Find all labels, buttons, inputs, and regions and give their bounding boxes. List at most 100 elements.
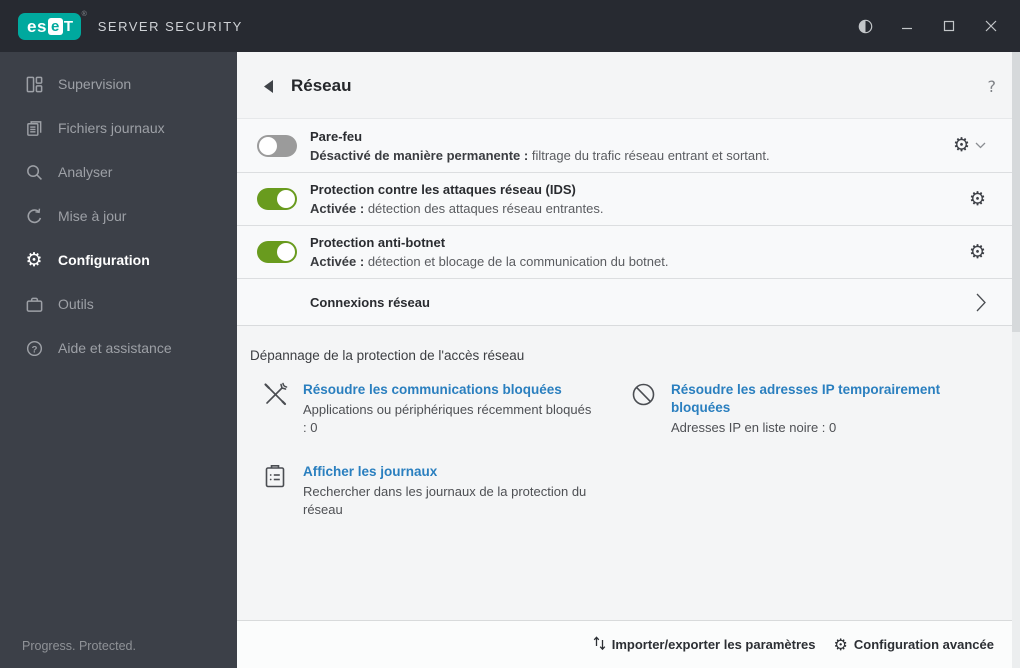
main-content: Réseau ? Pare-feu Désactivé de manière p… [237,52,1020,668]
status-detail: détection des attaques réseau entrantes. [367,201,604,216]
row-title: Connexions réseau [310,294,430,310]
troubleshooting-heading: Dépannage de la protection de l'accès ré… [250,348,525,363]
settings-rows: Pare-feu Désactivé de manière permanente… [237,118,1012,326]
import-export-settings-button[interactable]: Importer/exporter les paramètres [593,635,816,654]
minimize-icon[interactable] [890,11,924,41]
blocked-circle-icon [630,381,660,408]
sidebar-item-label: Outils [58,296,94,312]
card-body: Afficher les journaux Rechercher dans le… [303,463,598,519]
card-communications-bloquees: Résoudre les communications bloquées App… [262,381,630,437]
gear-icon[interactable]: ⚙ [969,189,986,209]
contrast-toggle-icon[interactable] [848,11,882,41]
titlebar: es e T ® SERVER SECURITY [0,0,1020,52]
gear-icon[interactable]: ⚙ [953,136,970,155]
content-footer: Importer/exporter les paramètres ⚙ Confi… [237,620,1012,668]
log-files-icon [23,117,45,139]
sidebar-item-label: Fichiers journaux [58,120,165,136]
update-icon [23,205,45,227]
maximize-icon[interactable] [932,11,966,41]
product-name: SERVER SECURITY [97,18,243,34]
sidebar-item-label: Analyser [58,164,113,180]
row-title: Protection anti-botnet [310,235,446,250]
advanced-setup-label: Configuration avancée [853,637,994,652]
row-connexions-reseau[interactable]: Connexions réseau [237,278,1012,325]
clipboard-logs-icon [262,463,292,490]
page-header: Réseau ? [237,52,1020,110]
resolve-blocked-ips-link[interactable]: Résoudre les adresses IP temporairement … [671,381,966,417]
card-description: Rechercher dans les journaux de la prote… [303,484,587,517]
tagline: Progress. Protected. [22,639,136,653]
firewall-toggle[interactable] [257,134,297,157]
resolve-blocked-communications-link[interactable]: Résoudre les communications bloquées [303,381,598,399]
row-text: Connexions réseau [310,293,976,312]
status-prefix: Activée : [310,201,365,216]
sidebar-nav: Supervision Fichiers journaux Analyser M… [0,52,237,370]
chevron-down-icon[interactable] [975,142,986,149]
sidebar-item-configuration[interactable]: ⚙ Configuration [0,238,237,282]
repair-tools-icon [262,381,292,408]
gear-icon: ⚙ [25,249,43,271]
status-prefix: Activée : [310,254,365,269]
scan-icon [23,161,45,183]
card-adresses-ip-bloquees: Résoudre les adresses IP temporairement … [630,381,1020,437]
status-prefix: Désactivé de manière permanente : [310,147,529,163]
card-description: Adresses IP en liste noire : 0 [671,420,837,435]
row-actions: ⚙ [953,136,986,155]
sidebar-item-label: Supervision [58,76,132,92]
svg-text:?: ? [31,344,37,355]
sidebar-item-fichiers-journaux[interactable]: Fichiers journaux [0,106,237,150]
sidebar-item-supervision[interactable]: Supervision [0,62,237,106]
troubleshooting-cards: Résoudre les communications bloquées App… [262,381,1020,519]
row-title: Pare-feu [310,128,363,144]
sidebar-item-analyser[interactable]: Analyser [0,150,237,194]
row-actions: ⚙ [969,189,986,209]
advanced-setup-button[interactable]: ⚙ Configuration avancée [834,635,994,654]
botnet-protection-toggle[interactable] [257,241,297,263]
card-body: Résoudre les adresses IP temporairement … [671,381,966,437]
sidebar-item-label: Aide et assistance [58,340,172,356]
row-actions: ⚙ [969,242,986,262]
chevron-right-icon[interactable] [976,293,986,312]
registered-mark: ® [81,10,87,18]
sidebar-item-mise-a-jour[interactable]: Mise à jour [0,194,237,238]
window-controls [848,11,1008,41]
page-title: Réseau [291,76,352,95]
scrollbar-thumb[interactable] [1012,52,1020,332]
row-title: Protection contre les attaques réseau (I… [310,182,576,197]
sidebar-item-label: Configuration [58,252,150,268]
row-protection-ids: Protection contre les attaques réseau (I… [237,172,1012,225]
row-actions [976,293,986,312]
row-status: Désactivé de manière permanente : filtra… [310,146,953,165]
row-text: Protection anti-botnet Activée : détecti… [310,233,969,271]
row-pare-feu: Pare-feu Désactivé de manière permanente… [237,119,1012,172]
help-circle-icon: ? [23,337,45,359]
card-afficher-journaux: Afficher les journaux Rechercher dans le… [262,463,630,519]
ids-protection-toggle[interactable] [257,188,297,210]
eset-logo-text: es [27,16,47,36]
status-detail: détection et blocage de la communication… [367,254,669,269]
scrollbar-track[interactable] [1012,52,1020,668]
import-export-label: Importer/exporter les paramètres [611,637,816,652]
card-description: Applications ou périphériques récemment … [303,402,592,435]
sidebar: Supervision Fichiers journaux Analyser M… [0,52,237,668]
eset-server-security-window: es e T ® SERVER SECURITY Supervision Fic… [0,0,1020,668]
gear-icon[interactable]: ⚙ [969,242,986,262]
tools-case-icon [23,293,45,315]
help-icon[interactable]: ? [988,77,997,96]
row-status: Activée : détection et blocage de la com… [310,252,969,271]
row-text: Pare-feu Désactivé de manière permanente… [310,127,953,165]
dashboard-icon [23,73,45,95]
back-button[interactable] [264,79,282,93]
eset-logo-text: T [63,17,74,35]
sidebar-item-outils[interactable]: Outils [0,282,237,326]
import-export-icon [593,635,606,654]
sidebar-item-aide-et-assistance[interactable]: ? Aide et assistance [0,326,237,370]
eset-logo-text: e [47,17,63,35]
close-icon[interactable] [974,11,1008,41]
gear-icon: ⚙ [833,635,848,654]
card-body: Résoudre les communications bloquées App… [303,381,598,437]
show-logs-link[interactable]: Afficher les journaux [303,463,598,481]
eset-logo-badge: es e T [18,12,81,40]
row-status: Activée : détection des attaques réseau … [310,199,969,218]
sidebar-item-label: Mise à jour [58,208,127,224]
